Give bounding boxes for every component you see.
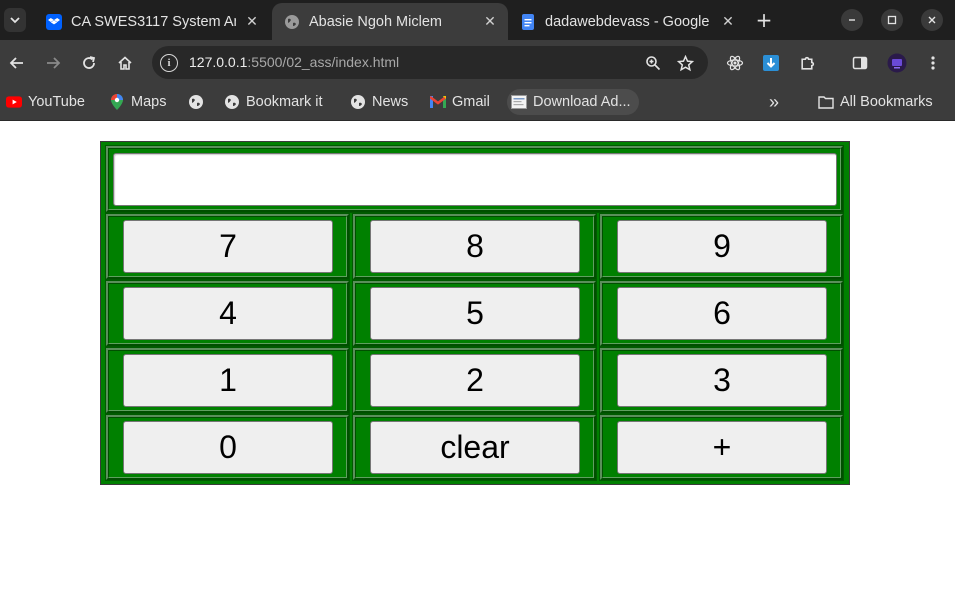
react-devtools-extension[interactable] xyxy=(722,50,748,76)
tab-title: CA SWES3117 System An xyxy=(71,13,236,30)
home-icon xyxy=(118,56,132,70)
tab-strip: CA SWES3117 System An ✕ Abasie Ngoh Micl… xyxy=(0,0,955,40)
key-5-button[interactable]: 5 xyxy=(370,287,580,340)
close-icon xyxy=(928,16,936,24)
dropbox-icon xyxy=(46,13,62,30)
bookmark-globe[interactable] xyxy=(188,89,210,115)
key-3-button[interactable]: 3 xyxy=(617,354,827,407)
bookmark-bookmark-it[interactable]: Bookmark it xyxy=(224,89,323,115)
key-4-button[interactable]: 4 xyxy=(123,287,333,340)
reload-icon xyxy=(83,56,96,69)
key-clear-button[interactable]: clear xyxy=(370,421,580,474)
key-8-button[interactable]: 8 xyxy=(370,220,580,273)
tab-title: Abasie Ngoh Miclem xyxy=(309,13,442,30)
youtube-icon xyxy=(6,94,22,110)
bookmark-maps[interactable]: Maps xyxy=(109,89,166,115)
gmail-icon xyxy=(430,94,446,110)
globe-icon xyxy=(224,94,240,110)
maps-icon xyxy=(109,94,125,110)
page-icon xyxy=(511,94,527,110)
tab-abasie-ngoh-miclem[interactable]: Abasie Ngoh Miclem ✕ xyxy=(272,3,508,40)
bookmarks-overflow-button[interactable]: » xyxy=(769,89,779,115)
arrow-left-icon xyxy=(9,57,23,69)
chevron-double-right-icon: » xyxy=(769,91,780,112)
forward-button[interactable] xyxy=(40,50,66,76)
reload-button[interactable] xyxy=(76,50,102,76)
close-window-button[interactable] xyxy=(921,9,943,31)
calculator-display[interactable] xyxy=(113,153,837,206)
minimize-icon xyxy=(849,19,855,21)
bookmark-news[interactable]: News xyxy=(350,89,408,115)
globe-icon xyxy=(350,94,366,110)
url-text[interactable]: 127.0.0.1:5500/02_ass/index.html xyxy=(189,54,399,70)
back-button[interactable] xyxy=(4,50,30,76)
bookmark-label: Gmail xyxy=(452,94,490,110)
site-info-icon[interactable]: i xyxy=(160,54,178,72)
google-docs-icon xyxy=(520,13,536,30)
avatar-icon xyxy=(887,53,907,73)
key-0-button[interactable]: 0 xyxy=(123,421,333,474)
bookmark-label: All Bookmarks xyxy=(840,94,933,110)
home-button[interactable] xyxy=(112,50,138,76)
bookmark-star-button[interactable] xyxy=(672,50,698,76)
bookmark-youtube[interactable]: YouTube xyxy=(6,89,85,115)
all-bookmarks-button[interactable]: All Bookmarks xyxy=(818,89,933,115)
bookmark-label: News xyxy=(372,94,409,110)
extensions-button[interactable] xyxy=(794,50,820,76)
more-vertical-icon xyxy=(931,56,935,70)
key-6-button[interactable]: 6 xyxy=(617,287,827,340)
key-1-button[interactable]: 1 xyxy=(123,354,333,407)
maximize-icon xyxy=(887,15,897,25)
arrow-right-icon xyxy=(47,57,61,69)
tab-search-button[interactable] xyxy=(4,8,26,32)
maximize-button[interactable] xyxy=(881,9,903,31)
tab-dadawebdevass[interactable]: dadawebdevass - Google ✕ xyxy=(508,3,746,40)
tab-title: dadawebdevass - Google xyxy=(545,13,710,30)
zoom-icon xyxy=(646,56,661,71)
url-host: 127.0.0.1 xyxy=(189,54,248,70)
puzzle-icon xyxy=(800,56,814,70)
globe-icon xyxy=(188,94,204,110)
key-plus-button[interactable]: + xyxy=(617,421,827,474)
download-extension[interactable] xyxy=(758,50,784,76)
side-panel-button[interactable] xyxy=(847,50,873,76)
close-icon[interactable]: ✕ xyxy=(480,12,500,32)
profile-button[interactable] xyxy=(884,50,910,76)
bookmark-gmail[interactable]: Gmail xyxy=(430,89,490,115)
folder-icon xyxy=(818,94,834,110)
download-icon xyxy=(763,55,779,71)
chevron-down-icon xyxy=(10,17,20,24)
close-icon[interactable]: ✕ xyxy=(242,12,262,32)
star-icon xyxy=(676,54,694,71)
key-7-button[interactable]: 7 xyxy=(123,220,333,273)
url-path: :5500/02_ass/index.html xyxy=(247,54,400,70)
zoom-button[interactable] xyxy=(640,50,666,76)
react-icon xyxy=(726,55,744,71)
bookmark-label: Bookmark it xyxy=(246,94,323,110)
key-9-button[interactable]: 9 xyxy=(617,220,827,273)
side-panel-icon xyxy=(852,56,868,70)
new-tab-button[interactable]: + xyxy=(752,8,776,32)
menu-button[interactable] xyxy=(920,50,946,76)
bookmark-label: Maps xyxy=(131,94,167,110)
bookmark-label: Download Ad... xyxy=(533,94,631,110)
tab-ca-swes3117[interactable]: CA SWES3117 System An ✕ xyxy=(34,3,270,40)
minimize-button[interactable] xyxy=(841,9,863,31)
bookmark-download-ad[interactable]: Download Ad... xyxy=(507,89,639,115)
key-2-button[interactable]: 2 xyxy=(370,354,580,407)
globe-icon xyxy=(284,14,300,30)
close-icon[interactable]: ✕ xyxy=(718,12,738,32)
bookmark-label: YouTube xyxy=(28,94,85,110)
